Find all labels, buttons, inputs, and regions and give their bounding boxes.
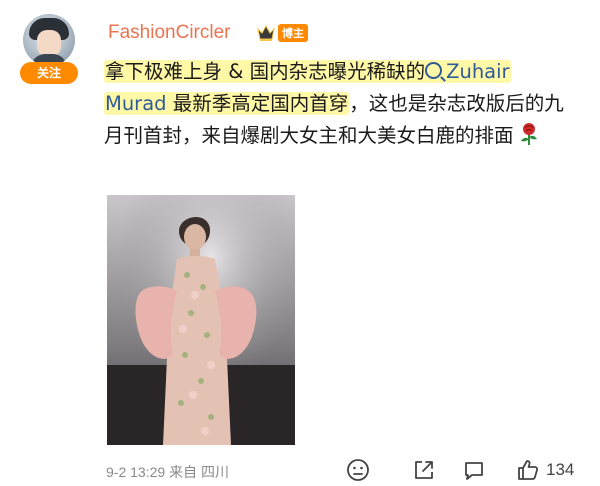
thumbs-up-icon: [518, 460, 539, 480]
follow-button[interactable]: 关注: [20, 62, 78, 84]
post-text-highlight-tail: 最新季高定国内首穿: [166, 92, 349, 115]
like-count: 134: [546, 460, 575, 479]
topic-link-cont[interactable]: Murad: [105, 92, 167, 115]
username[interactable]: FashionCircler: [108, 22, 230, 44]
topic-link[interactable]: Zuhair: [425, 60, 510, 83]
emoji-face-icon: [347, 459, 369, 481]
share-button[interactable]: [412, 458, 436, 482]
post-text: 拿下极难上身 & 国内杂志曝光稀缺的 Zuhair Murad 最新季高定国内首穿…: [104, 56, 574, 152]
post-date: 9-2 13:29: [106, 464, 166, 480]
avatar-block: 关注: [20, 14, 86, 88]
post-source: 来自 四川: [169, 464, 229, 480]
blogger-tag: 博主: [278, 24, 308, 42]
share-icon: [415, 461, 433, 479]
search-icon: [425, 62, 443, 79]
rose-icon: [520, 123, 537, 145]
comment-icon: [465, 462, 483, 480]
runway-photo: [107, 195, 295, 445]
user-badge: 博主: [256, 22, 308, 44]
comment-button[interactable]: [462, 458, 486, 482]
avatar[interactable]: [23, 14, 75, 66]
post-text-prefix: 拿下极难上身 & 国内杂志曝光稀缺的: [105, 60, 426, 83]
post-text-highlight-1: 拿下极难上身 & 国内杂志曝光稀缺的 Zuhair: [104, 60, 511, 83]
post-image[interactable]: [107, 195, 295, 445]
post-text-highlight-2: Murad 最新季高定国内首穿: [104, 92, 350, 115]
crown-icon: [257, 24, 275, 41]
emoji-button[interactable]: [346, 458, 370, 482]
like-button[interactable]: 134: [516, 458, 574, 482]
topic-word-1: Zuhair: [446, 60, 510, 83]
post-meta: 9-2 13:29 来自 四川: [106, 462, 229, 482]
